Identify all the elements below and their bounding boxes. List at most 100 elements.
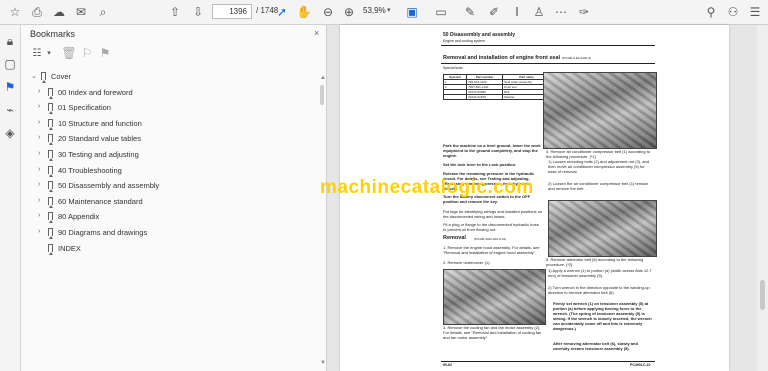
page-fit-icon[interactable]: ▣ [404,4,420,20]
user-icon[interactable]: ⚇ [725,4,741,20]
bookmark-item[interactable]: › 40 Troubleshooting [21,163,326,179]
bookmarks-icon[interactable]: ⚑ [2,79,18,95]
right-step-4: 4. Remove air conditioner compressor bel… [546,149,651,159]
zoom-in-icon[interactable]: ⊕ [341,4,357,20]
mail-icon[interactable]: ✉ [73,4,89,20]
section-title: Removal and installation of engine front… [443,55,561,61]
bookmark-item[interactable]: › 20 Standard value tables [21,131,326,147]
doc-header-title: 50 Disassembly and assembly [443,32,515,38]
bookmark-item[interactable]: › 60 Maintenance standard [21,194,326,210]
bookmark-item[interactable]: › 00 Index and foreword [21,85,326,101]
footer-model: PC490LC-10 [630,363,651,367]
note-2: Fit a plug or flange to the disconnected… [443,222,539,232]
bookmark-icon [48,181,53,193]
compressor-photo [543,72,657,149]
step-1: 1. Remove the engine hood assembly. For … [443,245,540,255]
zoom-out-icon[interactable]: ⊖ [320,4,336,20]
lock-icon[interactable]: 🔒︎ [2,33,18,49]
bookmark-label: 00 Index and foreword [58,87,133,97]
right-step-5a: 1) Apply a wrench (1) to portion (a) (wi… [548,268,652,278]
menu-icon[interactable]: ☰ [747,4,763,20]
stamp-icon[interactable]: ♙ [531,4,547,20]
bookmark-item[interactable]: › 01 Specification [21,100,326,116]
chevron-right-icon[interactable]: › [38,103,40,110]
chevron-down-icon[interactable]: ⌄ [31,72,37,80]
bookmark-item[interactable]: › 90 Diagrams and drawings [21,225,326,241]
panel-toolbar: ☷ ▾ 🗑︎ ⚐ ⚑ [29,45,149,61]
bookmark-item[interactable]: › 80 Appendix [21,209,326,225]
chevron-right-icon[interactable]: › [38,134,40,141]
header-rule [441,45,655,46]
layers-icon[interactable]: ◈ [2,125,18,141]
bookmark-list: ⌄ Cover › 00 Index and foreword › 01 Spe… [21,69,326,256]
chevron-right-icon[interactable]: › [38,228,40,235]
document-view[interactable]: 50 Disassembly and assembly Engine and c… [320,25,757,371]
text-edit-icon[interactable]: Ⅰ [509,4,525,20]
page-up-icon[interactable]: ⇧ [167,4,183,20]
zoom-level[interactable]: 53,9% [363,6,386,15]
panel-title: Bookmarks [30,29,76,39]
bookmark-icon [48,149,53,161]
zoom-dropdown-icon[interactable]: ▾ [387,6,391,14]
bookmark-label: 01 Specification [58,103,111,113]
doc-header-subtitle: Engine and cooling system [443,39,485,43]
print-icon[interactable]: ⎙ [29,4,45,20]
bookmark-tag-icon[interactable]: ⚑ [97,45,113,61]
draw-pen-icon[interactable]: ✐ [486,4,502,20]
step-2: 2. Remove undercover (1). [443,260,491,265]
bookmark-icon [48,227,53,239]
bookmark-icon [48,243,53,255]
chevron-right-icon[interactable]: › [38,166,40,173]
share-link-icon[interactable]: ⚲ [703,4,719,20]
bookmark-icon [48,103,53,115]
bookmark-item-index[interactable]: INDEX [21,241,326,257]
special-tools-label: Special tools [443,66,463,70]
comment-icon[interactable]: ▭ [433,4,449,20]
chevron-right-icon[interactable]: › [38,88,40,95]
right-step-4a: 1) Loosen mounting bolts (2) and adjustm… [548,159,649,174]
search-icon[interactable]: ⌕ [95,4,111,20]
select-cursor-icon[interactable]: ➚ [274,4,290,20]
sign-icon[interactable]: ✑ [576,4,592,20]
highlight-pen-icon[interactable]: ✎ [462,4,478,20]
pdf-page: 50 Disassembly and assembly Engine and c… [320,25,729,371]
removal-heading: Removal [443,235,466,241]
cloud-upload-icon[interactable]: ☁ [51,4,67,20]
chevron-right-icon[interactable]: › [38,212,40,219]
bookmark-icon [48,134,53,146]
document-scrollbar[interactable] [757,25,768,371]
table-cell [442,94,468,100]
close-icon[interactable]: × [314,28,319,38]
footer-page-number: 50-62 [443,363,452,367]
chevron-down-icon[interactable]: ▾ [41,45,57,61]
scrollbar-thumb[interactable] [760,280,765,310]
bookmark-star-icon[interactable]: ☆ [7,4,23,20]
page-thumbnails-icon[interactable]: ▢ [2,56,18,72]
hand-tool-icon[interactable]: ✋ [296,4,312,20]
note-1: Put tags for identifying wirings and ins… [443,209,543,219]
chevron-right-icon[interactable]: › [38,119,40,126]
page-down-icon[interactable]: ⇩ [190,4,206,20]
new-bookmark-icon[interactable]: ⚐ [79,45,95,61]
bookmark-item[interactable]: › 30 Testing and adjusting [21,147,326,163]
bookmark-icon [41,72,46,83]
bookmark-item[interactable]: › 10 Structure and function [21,116,326,132]
scroll-down-icon[interactable]: ▼ [320,360,326,366]
more-tools-icon[interactable]: ⋯ [553,4,569,20]
page-number-input[interactable]: 1396 [212,4,252,19]
bookmark-label: 30 Testing and adjusting [58,149,139,159]
bookmark-label: 60 Maintenance standard [58,196,143,206]
right-warning-1: Firmly set wrench (1) on tensioner assem… [553,301,652,331]
chevron-right-icon[interactable]: › [38,197,40,204]
chevron-right-icon[interactable]: › [38,181,40,188]
scroll-up-icon[interactable]: ▲ [320,75,326,81]
attachment-icon[interactable]: ⌁ [2,102,18,118]
bookmark-item[interactable]: › 50 Disassembly and assembly [21,178,326,194]
bookmark-icon [48,196,53,208]
bookmark-icon [48,87,53,99]
panel-scrollbar[interactable] [320,85,324,105]
bookmark-item-cover[interactable]: ⌄ Cover [21,69,326,85]
delete-icon[interactable]: 🗑︎ [61,45,77,61]
chevron-right-icon[interactable]: › [38,150,40,157]
bookmark-label: 20 Standard value tables [58,134,141,144]
